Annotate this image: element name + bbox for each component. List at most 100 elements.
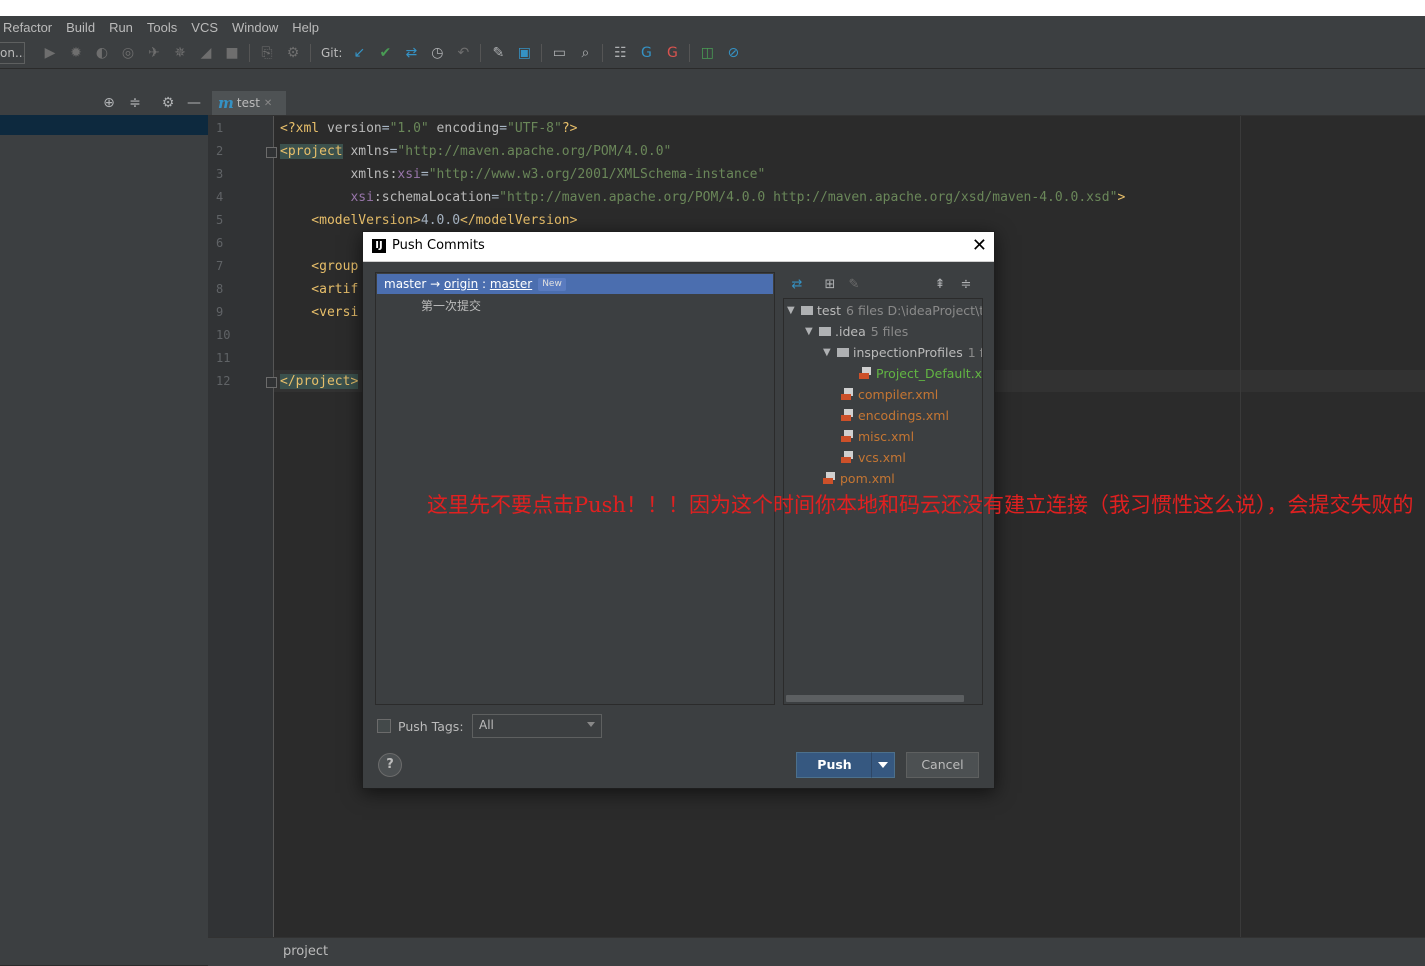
stop-icon[interactable]: ■ [221,42,243,64]
commit-item[interactable]: 第一次提交 [421,297,481,314]
group-by-icon[interactable]: ⊞ [821,276,839,294]
tree-file-compiler[interactable]: compiler.xml [841,384,938,405]
terminal-icon[interactable]: ▭ [548,42,570,64]
project-tree-selected-row[interactable] [0,115,208,135]
close-icon[interactable]: ✕ [972,235,987,257]
run-config-combo[interactable]: on... [0,42,25,64]
search-icon[interactable]: ⌕ [574,42,596,64]
edit-icon[interactable]: ✎ [845,276,863,294]
deploy-icon[interactable]: ◢ [195,42,217,64]
cancel-button[interactable]: Cancel [906,752,979,778]
xml-file-icon [823,472,835,485]
disable-icon[interactable]: ⊘ [722,42,744,64]
dialog-title: Push Commits [392,238,485,253]
expand-all-icon[interactable]: ⇞ [931,276,949,294]
menu-window[interactable]: Window [225,20,285,35]
toolbar-separator [602,44,604,62]
code-line-9: <versi [280,305,359,320]
git-label: Git: [321,46,343,60]
tree-node-test[interactable]: ▼ test 6 files D:\ideaProject\t [787,300,982,321]
tab-test[interactable]: m test ✕ [212,91,286,115]
menu-tools[interactable]: Tools [140,20,184,35]
maven-m-icon: m [218,94,234,112]
line-number: 10 [216,328,231,342]
translate-red-icon[interactable]: G [661,42,683,64]
toolbar-separator [249,44,250,62]
tab-label: test [236,96,260,110]
push-button[interactable]: Push [796,752,873,778]
git-update-icon[interactable]: ↙ [348,42,370,64]
collapse-all-icon[interactable]: ≑ [126,94,144,112]
tree-file-pom[interactable]: pom.xml [823,468,895,489]
menu-run[interactable]: Run [102,20,140,35]
push-dropdown-button[interactable] [871,752,895,778]
toolbar-separator [480,44,482,62]
profile-icon[interactable]: ◎ [117,42,139,64]
locate-icon[interactable]: ⊕ [100,94,118,112]
tree-file-project-default[interactable]: Project_Default.xml [859,363,982,384]
tree-file-vcs[interactable]: vcs.xml [841,447,906,468]
menu-refactor[interactable]: Refactor [0,20,59,35]
build-icon[interactable]: ✈ [143,42,165,64]
fold-marker[interactable] [266,147,277,158]
update-project-icon[interactable]: ⎘ [256,42,278,64]
horizontal-scrollbar[interactable] [786,695,964,702]
dialog-title-bar: IJ Push Commits ✕ [363,232,994,262]
editor-tabs: m test ✕ [208,91,1425,116]
intellij-icon: IJ [372,239,386,253]
git-rollback-icon[interactable]: ↶ [452,42,474,64]
push-tags-checkbox[interactable] [377,719,391,733]
xml-file-icon [841,451,853,464]
editor-gutter: 1 2 3 4 5 6 7 8 9 10 11 12 [208,116,277,937]
tree-file-misc[interactable]: misc.xml [841,426,914,447]
fold-marker[interactable] [266,377,277,388]
statistic-icon[interactable]: ◫ [696,42,718,64]
line-number: 6 [216,236,224,250]
git-history-icon[interactable]: ◷ [426,42,448,64]
remote-name[interactable]: origin [444,277,478,291]
menu-help[interactable]: Help [285,20,326,35]
xml-file-icon [841,430,853,443]
git-compare-icon[interactable]: ⇄ [400,42,422,64]
minimize-icon[interactable]: — [185,94,203,112]
menu-build[interactable]: Build [59,20,102,35]
settings-wrench-icon[interactable]: ✎ [487,42,509,64]
close-icon[interactable]: ✕ [264,98,272,109]
menu-bar: Refactor Build Run Tools VCS Window Help [0,16,1425,38]
help-button[interactable]: ? [378,753,402,777]
project-structure-icon[interactable]: ▣ [513,42,535,64]
code-line-8: <artif [280,282,359,297]
translate-icon[interactable]: G [635,42,657,64]
coverage-icon[interactable]: ◐ [91,42,113,64]
tasks-icon[interactable]: ☷ [609,42,631,64]
folder-icon [819,327,831,336]
gear-icon[interactable]: ⚙ [159,94,177,112]
code-line-7: <group [280,259,359,274]
code-line-4: xsi:schemaLocation="http://maven.apache.… [280,190,1126,205]
git-commit-icon[interactable]: ✔ [374,42,396,64]
module-folder-icon [801,306,813,315]
debug-icon[interactable]: ✹ [65,42,87,64]
project-panel [0,115,208,965]
menu-vcs[interactable]: VCS [184,20,225,35]
target-branch[interactable]: master [490,277,532,291]
compare-icon[interactable]: ⇄ [788,276,806,294]
collapse-all-icon[interactable]: ≑ [957,276,975,294]
branch-row[interactable]: master → origin : master New [377,274,773,294]
line-number: 4 [216,190,224,204]
expand-arrow-icon[interactable]: ▼ [787,305,801,316]
rebuild-icon[interactable]: ✵ [169,42,191,64]
push-tags-select[interactable]: All [472,714,602,738]
tree-node-inspection-profiles[interactable]: ▼ inspectionProfiles 1 f [823,342,982,363]
expand-arrow-icon[interactable]: ▼ [805,326,819,337]
line-number: 9 [216,305,224,319]
project-tool-window-header: ⊕ ≑ ⚙ — [0,91,208,115]
attach-debugger-icon[interactable]: ⚙ [282,42,304,64]
red-annotation-text: 这里先不要点击Push！！！因为这个时间你本地和码云还没有建立连接（我习惯性这么… [427,493,1414,517]
tree-node-idea[interactable]: ▼ .idea 5 files [805,321,908,342]
run-icon[interactable]: ▶ [39,42,61,64]
expand-arrow-icon[interactable]: ▼ [823,347,837,358]
folder-icon [837,348,849,357]
tree-file-encodings[interactable]: encodings.xml [841,405,949,426]
right-margin-guide [1240,116,1241,937]
